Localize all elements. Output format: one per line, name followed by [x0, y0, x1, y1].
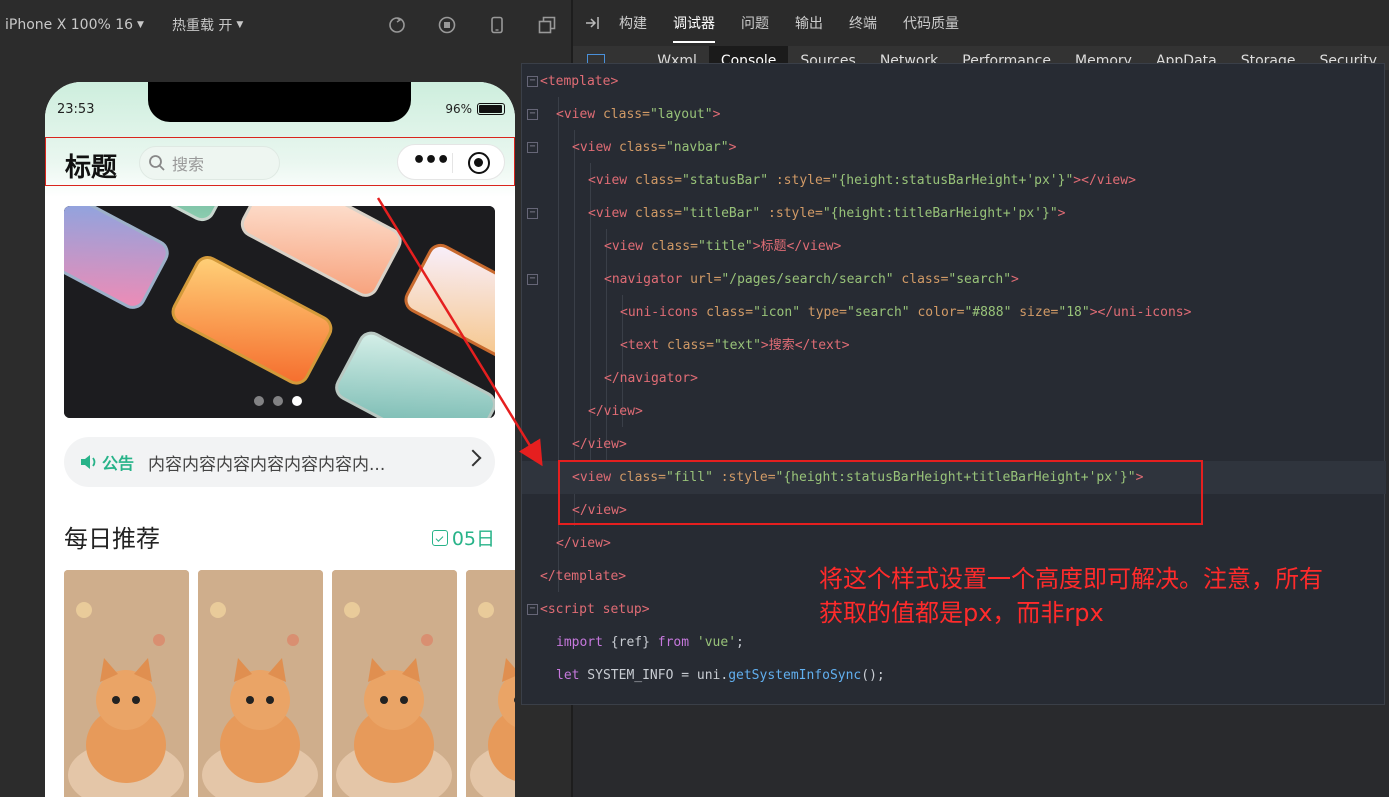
code-line: </view> — [556, 536, 611, 551]
code-line: let SYSTEM_INFO = uni.getSystemInfoSync(… — [556, 668, 885, 683]
recommend-item[interactable] — [64, 570, 189, 797]
code-line: import {ref} from 'vue'; — [556, 635, 744, 650]
section-title: 每日推荐 — [64, 525, 160, 553]
stop-icon[interactable] — [438, 16, 456, 34]
code-line: <uni-icons class="icon" type="search" co… — [620, 305, 1192, 320]
status-battery: 96% — [445, 102, 505, 116]
status-time: 23:53 — [57, 102, 95, 117]
annotation-line-2: 获取的值都是px，而非rpx — [819, 599, 1104, 627]
banner-carousel[interactable] — [64, 206, 495, 418]
cat-image — [198, 570, 323, 797]
close-target-icon[interactable] — [468, 152, 490, 174]
code-line: </view> — [588, 404, 643, 419]
recommend-item[interactable] — [332, 570, 457, 797]
notice-label: 公告 — [80, 450, 134, 474]
tab-build[interactable]: 构建 — [619, 13, 647, 33]
code-line: − <navigator url="/pages/search/search" c… — [522, 263, 1386, 296]
search-input[interactable]: 搜索 — [139, 146, 280, 180]
speaker-icon — [81, 455, 96, 469]
notice-text: 内容内容内容内容内容内容内... — [148, 454, 386, 475]
hot-reload-label: 热重载 开 — [171, 18, 233, 34]
code-line: <view class="title">标题</view> — [604, 239, 842, 254]
more-icon[interactable]: ••• — [412, 150, 450, 172]
chevron-right-icon — [464, 449, 482, 467]
calendar-icon — [431, 529, 448, 546]
tab-problems[interactable]: 问题 — [741, 13, 769, 33]
annotation-line-1: 将这个样式设置一个高度即可解决。注意，所有 — [819, 565, 1323, 593]
notice-label-text: 公告 — [102, 454, 135, 473]
phone-notch — [148, 82, 411, 122]
code-line: </navigator> — [604, 371, 698, 386]
simulator-toolbar: iPhone X 100% 16 ▼ 热重载 开 ▼ — [0, 0, 572, 50]
window-icon[interactable] — [538, 16, 556, 34]
banner-image — [64, 206, 495, 418]
refresh-icon[interactable] — [388, 16, 406, 34]
screen: iPhone X 100% 16 ▼ 热重载 开 ▼ 23:53 96% 标题 — [0, 0, 1389, 797]
code-line: − <view class="layout"> — [522, 98, 1386, 131]
tab-debugger[interactable]: 调试器 — [673, 13, 715, 43]
highlight-box — [558, 460, 1203, 525]
cat-image — [332, 570, 457, 797]
capsule-divider — [452, 153, 453, 173]
code-line: </view> — [572, 437, 627, 452]
phone-preview: 23:53 96% 标题 搜索 ••• 公告 内容内容内容内容内容内容内... … — [45, 82, 515, 797]
recommend-item[interactable] — [466, 570, 515, 797]
device-selector[interactable]: iPhone X 100% 16 ▼ — [5, 17, 144, 33]
miniprogram-capsule: ••• — [397, 144, 505, 180]
search-placeholder: 搜索 — [172, 155, 205, 174]
code-line: <view class="statusBar" :style="{height:… — [588, 173, 1136, 188]
carousel-dots[interactable] — [254, 396, 302, 406]
code-line: − <template> — [522, 65, 1386, 98]
page-title: 标题 — [65, 153, 118, 183]
annotation-note: 将这个样式设置一个高度即可解决。注意，所有 获取的值都是px，而非rpx — [819, 562, 1379, 630]
code-line: <text class="text">搜索</text> — [620, 338, 850, 353]
devtools-top-tabs: 构建 调试器 问题 输出 终端 代码质量 — [573, 0, 1389, 46]
chevron-down-icon: ▼ — [137, 20, 144, 30]
battery-percent: 96% — [445, 102, 472, 116]
tab-code-quality[interactable]: 代码质量 — [903, 13, 959, 33]
collapse-panel-icon[interactable] — [585, 15, 601, 31]
phone-icon[interactable] — [488, 16, 506, 34]
chevron-down-icon: ▼ — [236, 20, 244, 30]
tab-output[interactable]: 输出 — [795, 13, 823, 33]
battery-icon — [477, 103, 505, 115]
cat-image — [64, 570, 189, 797]
code-line: − <view class="navbar"> — [522, 131, 1386, 164]
tab-terminal[interactable]: 终端 — [849, 13, 877, 33]
section-date: 05日 — [431, 524, 495, 551]
search-icon — [149, 155, 165, 171]
cat-image — [466, 570, 515, 797]
recommend-list — [64, 570, 515, 797]
hot-reload-toggle[interactable]: 热重载 开 ▼ — [172, 15, 243, 35]
simulator-panel: iPhone X 100% 16 ▼ 热重载 开 ▼ 23:53 96% 标题 — [0, 0, 572, 797]
recommend-item[interactable] — [198, 570, 323, 797]
code-line: − <view class="titleBar" :style="{height:… — [522, 197, 1386, 230]
section-date-text: 05日 — [451, 528, 495, 550]
device-selector-label: iPhone X 100% 16 — [5, 17, 134, 33]
navbar: 标题 搜索 ••• — [45, 137, 515, 186]
notice-bar[interactable]: 公告 内容内容内容内容内容内容内... — [64, 437, 495, 487]
